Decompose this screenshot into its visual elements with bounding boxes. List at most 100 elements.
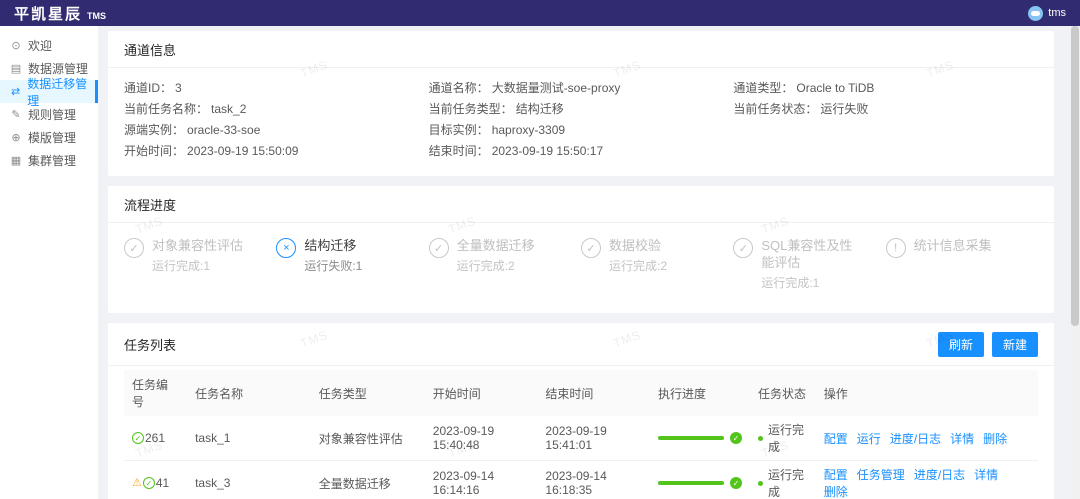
task-name: task_1	[187, 416, 311, 461]
sidebar-item-label: 规则管理	[28, 108, 77, 122]
sidebar: ⊙ 欢迎 ▤ 数据源管理 ⇄ 数据迁移管理 ✎ 规则管理 ⊕ 模版管理 ▦ 集群…	[0, 26, 98, 499]
column-header: 操作	[815, 370, 1038, 416]
field-label: 结束时间：	[428, 144, 489, 158]
user-name: tms	[1048, 7, 1066, 19]
step-substatus: 运行失败:1	[304, 259, 363, 273]
task-name-line: task_3	[195, 476, 231, 490]
progress-title: 流程进度	[108, 186, 1054, 223]
scrollbar-thumb[interactable]	[1071, 26, 1079, 326]
progress-steps: ✓ 对象兼容性评估 运行完成:1 × 结构迁移 运行失败:1 ✓ 全量数据迁移 …	[108, 223, 1054, 313]
brand: 平凯星辰 TMS	[14, 3, 106, 24]
column-header: 任务状态	[750, 370, 816, 416]
column-header: 任务类型	[310, 370, 425, 416]
task-list-card: 任务列表 刷新 新建 任务编号 任务名称 任务类型 开始时间 结束时间 执行进度 任务状态操…	[108, 323, 1054, 499]
step-state-icon: ✓	[428, 238, 449, 258]
field-label: 通道名称：	[428, 81, 489, 95]
channel-field: 源端实例： oracle-33-soe	[124, 120, 429, 141]
new-task-button[interactable]: 新建	[991, 332, 1038, 357]
operation-link[interactable]: 进度/日志	[890, 432, 941, 446]
field-label: 目标实例：	[428, 123, 489, 137]
progress-step: ✓ 数据校验 运行完成:2	[580, 237, 733, 291]
progress-complete-icon: ✓	[730, 477, 743, 489]
task-name-line: task_1	[195, 431, 231, 445]
operation-link[interactable]: 任务管理	[857, 468, 905, 482]
field-value: 3	[175, 81, 182, 95]
sidebar-item-label: 模版管理	[28, 131, 77, 145]
main-content: 通道信息 通道ID： 3 当前任务名称： task_2 源端实例： oracle-33…	[98, 26, 1070, 499]
channel-field-column: 通道类型： Oracle to TiDB 当前任务状态： 运行失败	[733, 78, 1038, 162]
task-done-icon: ✓	[132, 432, 144, 444]
brand-name: 平凯星辰	[14, 5, 83, 23]
status-dot	[758, 480, 764, 486]
sidebar-item[interactable]: ⊙ 欢迎	[0, 34, 98, 57]
progress-card: 流程进度 ✓ 对象兼容性评估 运行完成:1 × 结构迁移 运行失败:1 ✓ 全量…	[108, 186, 1054, 313]
task-type: 全量数据迁移	[310, 460, 425, 499]
progress-step: ✓ 全量数据迁移 运行完成:2	[428, 237, 581, 291]
progress-step: ✓ 对象兼容性评估 运行完成:1	[124, 237, 276, 291]
warning-icon: ⚠	[132, 476, 142, 489]
step-label: 全量数据迁移	[456, 238, 535, 253]
field-value: 2023-09-19 15:50:09	[187, 144, 299, 158]
operation-link[interactable]: 配置	[824, 468, 848, 482]
refresh-button[interactable]: 刷新	[937, 332, 984, 357]
channel-field: 当前任务类型： 结构迁移	[429, 99, 734, 120]
field-label: 当前任务状态：	[733, 102, 818, 116]
operation-link[interactable]: 进度/日志	[914, 468, 965, 482]
field-value: task_2	[211, 102, 247, 116]
operation-link[interactable]: 删除	[983, 432, 1007, 446]
step-label: 对象兼容性评估	[152, 238, 244, 253]
channel-field: 目标实例： haproxy-3309	[429, 120, 734, 141]
task-table-row: ⚠ ✓ 41 task_3 全量数据迁移 2023-09-14 16:14:16…	[124, 460, 1038, 499]
column-header: 执行进度	[650, 370, 751, 416]
channel-fields: 通道ID： 3 当前任务名称： task_2 源端实例： oracle-33-soe …	[108, 68, 1054, 176]
task-end-time: 2023-09-19 15:41:01	[537, 416, 651, 461]
sidebar-item[interactable]: ⇄ 数据迁移管理	[0, 77, 98, 108]
operation-link[interactable]: 配置	[824, 432, 848, 446]
task-start-time: 2023-09-14 16:14:16	[424, 460, 538, 499]
step-state-icon: ✓	[124, 238, 144, 258]
user-menu[interactable]: tms	[1028, 5, 1066, 21]
channel-field-column: 通道ID： 3 当前任务名称： task_2 源端实例： oracle-33-soe …	[124, 78, 429, 162]
step-label: SQL兼容性及性能评估	[761, 238, 853, 270]
step-state-icon: !	[885, 238, 906, 258]
step-state-icon: ✓	[580, 238, 601, 258]
channel-info-card: 通道信息 通道ID： 3 当前任务名称： task_2 源端实例： oracle-33…	[108, 31, 1054, 176]
task-progress: ✓	[658, 432, 743, 444]
field-value: 运行失败	[820, 102, 869, 116]
channel-field: 通道名称： 大数据量测试-soe-proxy	[429, 78, 734, 99]
channel-field: 通道ID： 3	[124, 78, 429, 99]
brand-sub: TMS	[87, 10, 107, 21]
operation-link[interactable]: 删除	[824, 485, 848, 499]
page-scrollbar[interactable]	[1070, 26, 1080, 499]
progress-bar	[658, 436, 725, 440]
operation-link[interactable]: 详情	[974, 468, 998, 482]
field-label: 源端实例：	[124, 123, 185, 137]
field-value: 2023-09-19 15:50:17	[491, 144, 604, 158]
task-table-row: ⚠ ✓ 261 task_1 对象兼容性评估 2023-09-19 15:40:…	[124, 416, 1038, 461]
operation-link[interactable]: 运行	[857, 432, 881, 446]
task-id: 41	[155, 476, 170, 490]
field-value: 结构迁移	[515, 102, 564, 116]
field-label: 当前任务类型：	[428, 102, 513, 116]
task-start-time: 2023-09-19 15:40:48	[424, 416, 538, 461]
sidebar-item-label: 欢迎	[28, 39, 53, 53]
user-avatar-icon	[1028, 5, 1044, 21]
step-substatus: 运行完成:1	[761, 276, 820, 290]
progress-title-text: 流程进度	[124, 198, 177, 213]
sidebar-item-icon: ⊕	[11, 132, 21, 144]
sidebar-item[interactable]: ▦ 集群管理	[0, 149, 98, 172]
field-label: 通道类型：	[733, 81, 794, 95]
sidebar-item-icon: ▤	[10, 63, 22, 75]
sidebar-item-icon: ⇄	[11, 86, 21, 98]
operation-link[interactable]: 详情	[950, 432, 974, 446]
step-label: 统计信息采集	[913, 238, 992, 253]
progress-bar	[658, 481, 725, 485]
sidebar-item-label: 集群管理	[28, 154, 77, 168]
channel-info-title: 通道信息	[108, 31, 1054, 68]
channel-field: 开始时间： 2023-09-19 15:50:09	[124, 141, 429, 162]
sidebar-item[interactable]: ⊕ 模版管理	[0, 126, 98, 149]
step-label: 结构迁移	[304, 238, 357, 253]
field-value: oracle-33-soe	[187, 123, 261, 137]
channel-info-title-text: 通道信息	[124, 43, 177, 58]
task-list-title-text: 任务列表	[124, 338, 177, 353]
